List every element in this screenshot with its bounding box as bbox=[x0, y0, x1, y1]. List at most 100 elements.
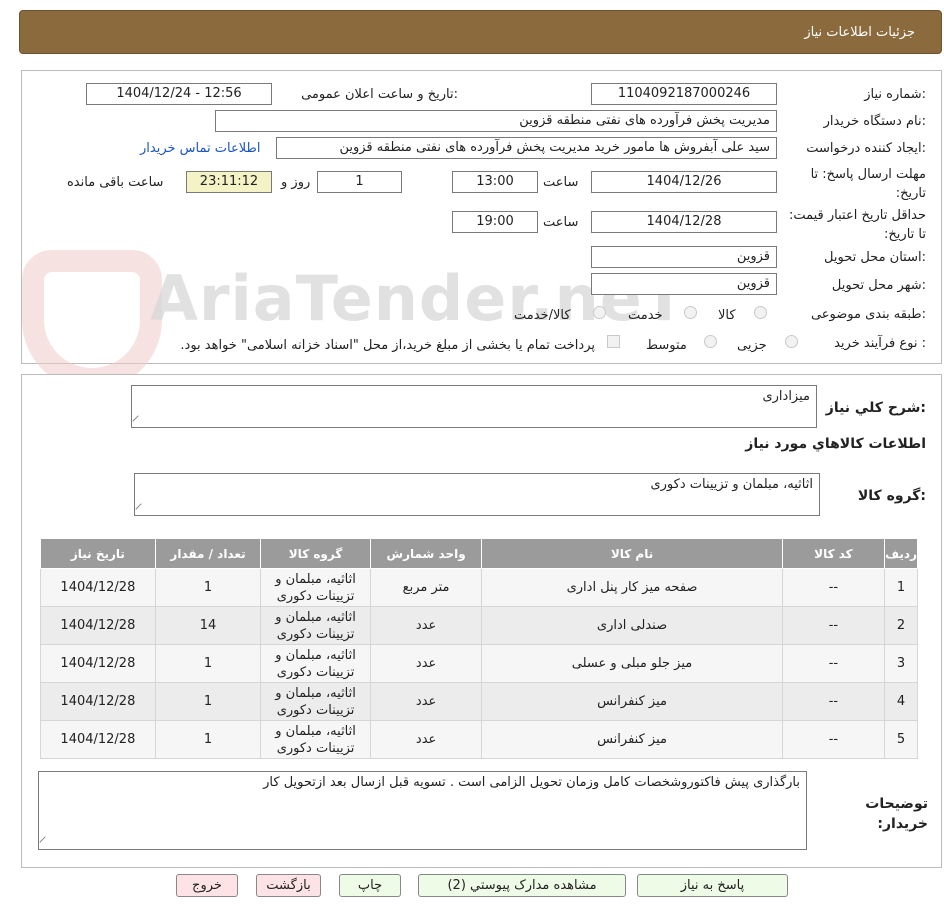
process-label: نوع فرآیند خرید : bbox=[834, 336, 926, 351]
cell-code: -- bbox=[781, 682, 886, 721]
category-goods-label: کالا bbox=[718, 308, 736, 323]
days-field: 1 bbox=[317, 171, 402, 193]
cell-date: 1404/12/28 bbox=[40, 568, 156, 607]
cell-date: 1404/12/28 bbox=[40, 720, 156, 759]
cell-group: اثاثیه، مبلمان و تزیینات دکوری bbox=[260, 682, 371, 721]
category-both-label: کالا/خدمت bbox=[514, 308, 571, 323]
cell-row-number: 2 bbox=[884, 606, 918, 645]
watermark-logo bbox=[22, 250, 162, 390]
cell-code: -- bbox=[781, 644, 886, 683]
goods-info-title: اطلاعات کالاهاي مورد نیاز bbox=[745, 436, 926, 452]
treasury-payment-note: پرداخت تمام یا بخشی از مبلغ خرید،از محل … bbox=[180, 338, 595, 353]
col-code: کد کالا bbox=[781, 538, 886, 569]
cell-quantity: 1 bbox=[154, 644, 262, 683]
category-service-radio[interactable] bbox=[684, 306, 697, 319]
cell-name: میز جلو مبلی و عسلی bbox=[481, 644, 783, 683]
creator-label: ایجاد کننده درخواست: bbox=[806, 141, 926, 156]
cell-row-number: 1 bbox=[884, 568, 918, 607]
col-row-number: ردیف bbox=[884, 538, 918, 569]
cell-group: اثاثیه، مبلمان و تزیینات دکوری bbox=[260, 568, 371, 607]
treasury-payment-checkbox[interactable] bbox=[607, 335, 620, 348]
cell-name: صفحه میز کار پنل اداری bbox=[481, 568, 783, 607]
cell-name: صندلی اداری bbox=[481, 606, 783, 645]
description-field: میزاداری bbox=[131, 385, 817, 428]
page-title: جزئیات اطلاعات نیاز bbox=[804, 25, 915, 40]
process-small-label: جزیی bbox=[737, 338, 767, 353]
need-number-field: 1104092187000246 bbox=[591, 83, 777, 105]
cell-unit: عدد bbox=[369, 606, 483, 645]
table-header-row: ردیف کد کالا نام کالا واحد شمارش گروه کا… bbox=[40, 538, 918, 569]
description-label: شرح کلي نیاز: bbox=[825, 400, 926, 416]
province-label: استان محل تحویل: bbox=[824, 250, 926, 265]
cell-quantity: 1 bbox=[154, 720, 262, 759]
cell-unit: عدد bbox=[369, 682, 483, 721]
cell-code: -- bbox=[781, 606, 886, 645]
category-both-radio[interactable] bbox=[593, 306, 606, 319]
col-date: تاریخ نیاز bbox=[40, 538, 156, 569]
cell-row-number: 3 bbox=[884, 644, 918, 683]
attachments-button[interactable]: مشاهده مدارک پیوستي (2) bbox=[418, 874, 626, 897]
cell-code: -- bbox=[781, 568, 886, 607]
cell-row-number: 5 bbox=[884, 720, 918, 759]
deadline-time-label: ساعت bbox=[543, 175, 579, 190]
table-row: 5 -- میز کنفرانس عدد اثاثیه، مبلمان و تز… bbox=[40, 720, 918, 759]
buyer-notes-label: توضیحات خریدار: bbox=[865, 796, 928, 832]
buyer-contact-link[interactable]: اطلاعات تماس خریدار bbox=[140, 141, 260, 156]
announce-label: تاریخ و ساعت اعلان عمومی: bbox=[301, 87, 458, 102]
category-label: طبقه بندی موضوعی: bbox=[810, 307, 926, 322]
cell-date: 1404/12/28 bbox=[40, 606, 156, 645]
cell-name: میز کنفرانس bbox=[481, 720, 783, 759]
col-unit: واحد شمارش bbox=[369, 538, 483, 569]
items-table: ردیف کد کالا نام کالا واحد شمارش گروه کا… bbox=[40, 538, 918, 759]
creator-field: سید علی آبفروش ها مامور خرید مدیریت پخش … bbox=[276, 137, 777, 159]
cell-code: -- bbox=[781, 720, 886, 759]
cell-row-number: 4 bbox=[884, 682, 918, 721]
cell-date: 1404/12/28 bbox=[40, 682, 156, 721]
category-goods-radio[interactable] bbox=[754, 306, 767, 319]
back-button[interactable]: بازگشت bbox=[256, 874, 321, 897]
buyer-notes-field: بارگذاری پیش فاکتوروشخصات کامل وزمان تحو… bbox=[38, 771, 807, 850]
city-field: قزوین bbox=[591, 273, 777, 295]
city-label: شهر محل تحویل: bbox=[831, 278, 926, 293]
cell-quantity: 14 bbox=[154, 606, 262, 645]
buyer-org-label: نام دستگاه خریدار: bbox=[823, 114, 926, 129]
exit-button[interactable]: خروج bbox=[176, 874, 238, 897]
days-label: روز و bbox=[281, 175, 311, 190]
category-service-label: خدمت bbox=[628, 308, 663, 323]
table-row: 1 -- صفحه میز کار پنل اداری متر مربع اثا… bbox=[40, 568, 918, 607]
print-button[interactable]: چاپ bbox=[339, 874, 401, 897]
announce-field: 1404/12/24 - 12:56 bbox=[86, 83, 272, 105]
validity-label: حداقل تاریخ اعتبار قیمت: تا تاریخ: bbox=[788, 208, 926, 242]
process-medium-label: متوسط bbox=[646, 338, 687, 353]
process-small-radio[interactable] bbox=[785, 335, 798, 348]
deadline-label: مهلت ارسال پاسخ: تا تاریخ: bbox=[810, 167, 926, 201]
col-quantity: تعداد / مقدار bbox=[154, 538, 262, 569]
remaining-label: ساعت باقی مانده bbox=[67, 175, 164, 190]
remaining-time-field: 23:11:12 bbox=[186, 171, 272, 193]
validity-date-field: 1404/12/28 bbox=[591, 211, 777, 233]
page-header: جزئیات اطلاعات نیاز bbox=[19, 10, 942, 54]
cell-group: اثاثیه، مبلمان و تزیینات دکوری bbox=[260, 644, 371, 683]
col-name: نام کالا bbox=[481, 538, 783, 569]
cell-group: اثاثیه، مبلمان و تزیینات دکوری bbox=[260, 606, 371, 645]
table-row: 3 -- میز جلو مبلی و عسلی عدد اثاثیه، مبل… bbox=[40, 644, 918, 683]
province-field: قزوین bbox=[591, 246, 777, 268]
cell-date: 1404/12/28 bbox=[40, 644, 156, 683]
cell-unit: عدد bbox=[369, 720, 483, 759]
cell-quantity: 1 bbox=[154, 568, 262, 607]
cell-group: اثاثیه، مبلمان و تزیینات دکوری bbox=[260, 720, 371, 759]
col-group: گروه کالا bbox=[260, 538, 371, 569]
reply-button[interactable]: پاسخ به نیاز bbox=[637, 874, 788, 897]
cell-quantity: 1 bbox=[154, 682, 262, 721]
validity-time-field: 19:00 bbox=[452, 211, 538, 233]
deadline-time-field: 13:00 bbox=[452, 171, 538, 193]
cell-unit: عدد bbox=[369, 644, 483, 683]
goods-group-label: گروه کالا: bbox=[857, 488, 926, 504]
process-medium-radio[interactable] bbox=[704, 335, 717, 348]
need-number-label: شماره نیاز: bbox=[864, 87, 926, 102]
table-row: 2 -- صندلی اداری عدد اثاثیه، مبلمان و تز… bbox=[40, 606, 918, 645]
deadline-date-field: 1404/12/26 bbox=[591, 171, 777, 193]
goods-group-field: اثاثیه، مبلمان و تزیینات دکوری bbox=[134, 473, 820, 516]
table-row: 4 -- میز کنفرانس عدد اثاثیه، مبلمان و تز… bbox=[40, 682, 918, 721]
cell-unit: متر مربع bbox=[369, 568, 483, 607]
